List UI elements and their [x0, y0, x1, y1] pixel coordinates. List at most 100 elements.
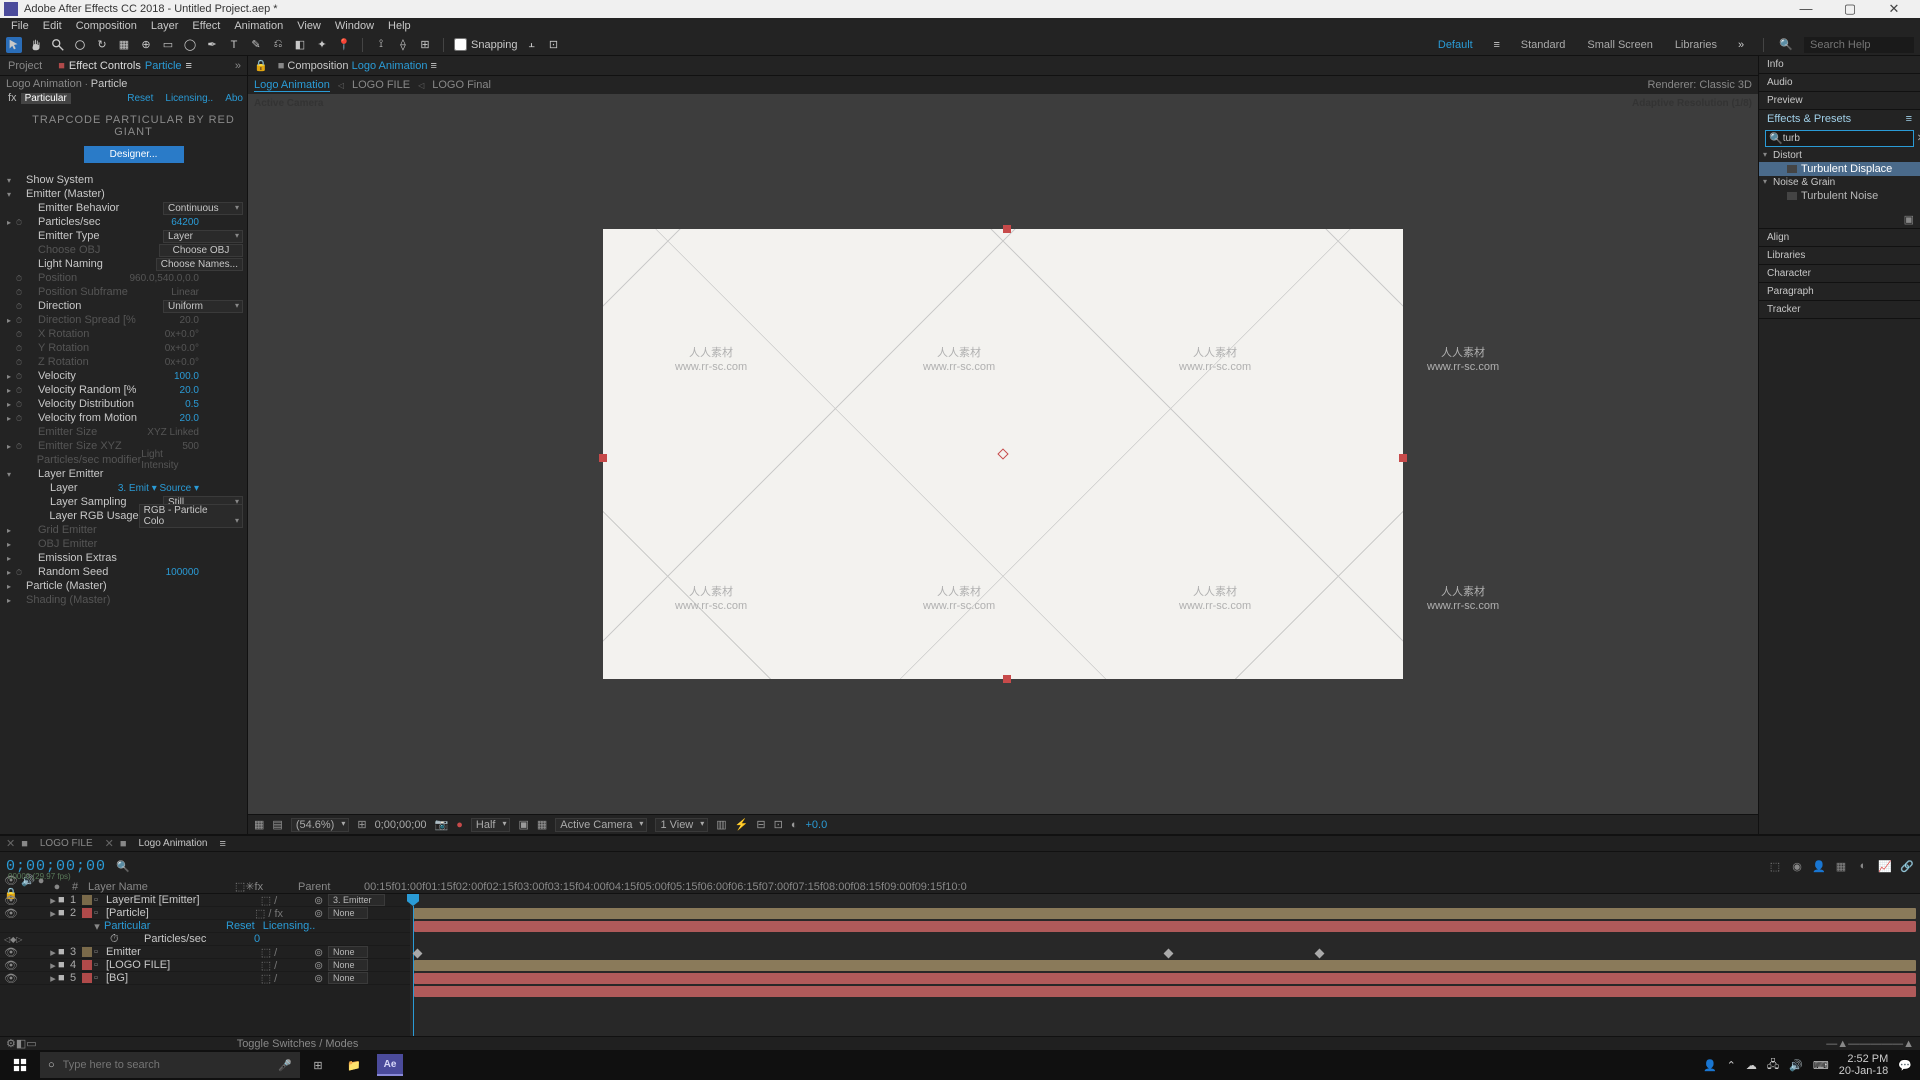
snap-box-icon[interactable]: ⊡	[546, 37, 562, 53]
layer-row[interactable]: 👁 ▸■5▫[BG]⬚ / ⊚None	[0, 972, 410, 985]
taskbar-search[interactable]: ○🎤	[40, 1052, 300, 1078]
prop-row[interactable]: X Rotation0x+0.0°	[0, 327, 247, 341]
prop-row[interactable]: Velocity Distribution0.5	[0, 397, 247, 411]
panel-tracker[interactable]: Tracker	[1759, 301, 1920, 318]
rotation-tool[interactable]: ↻	[94, 37, 110, 53]
status-timecode[interactable]: 0;00;00;00	[375, 819, 427, 831]
effect-licensing[interactable]: Licensing..	[165, 93, 213, 104]
pan-behind-tool[interactable]: ⊕	[138, 37, 154, 53]
keyboard-icon[interactable]: ⌨	[1813, 1059, 1829, 1072]
effect-turbulent-displace[interactable]: Turbulent Displace	[1759, 162, 1920, 176]
tl-frame-blend-icon[interactable]: ▦	[1834, 860, 1848, 873]
roi-icon[interactable]: ▣	[518, 818, 528, 831]
keyframe-icon[interactable]	[1315, 949, 1325, 959]
prop-row[interactable]: Y Rotation0x+0.0°	[0, 341, 247, 355]
axis-world-icon[interactable]: ⟠	[395, 37, 411, 53]
snapping-checkbox[interactable]	[454, 38, 467, 51]
workspace-small[interactable]: Small Screen	[1581, 39, 1658, 51]
volume-icon[interactable]: 🔊	[1789, 1059, 1803, 1072]
brush-tool[interactable]: ✎	[248, 37, 264, 53]
camera-dropdown[interactable]: Active Camera	[555, 818, 647, 832]
menu-effect[interactable]: Effect	[185, 18, 227, 34]
menu-help[interactable]: Help	[381, 18, 418, 34]
magnification-dropdown[interactable]: (54.6%)	[291, 818, 350, 832]
prop-row[interactable]: Show System	[0, 173, 247, 187]
pixel-aspect-icon[interactable]: ▥	[716, 818, 726, 831]
ellipse-tool[interactable]: ◯	[182, 37, 198, 53]
effect-reset[interactable]: Reset	[127, 93, 153, 104]
maximize-button[interactable]: ▢	[1828, 0, 1872, 18]
axis-view-icon[interactable]: ⊞	[417, 37, 433, 53]
prop-row[interactable]: Position960.0,540.0,0.0	[0, 271, 247, 285]
search-help-input[interactable]	[1804, 37, 1914, 53]
snap-edge-icon[interactable]: ⫠	[524, 37, 540, 53]
snapping-toggle[interactable]: Snapping	[454, 38, 518, 51]
effect-about[interactable]: Abo	[225, 93, 243, 104]
panel-paragraph[interactable]: Paragraph	[1759, 283, 1920, 300]
prop-row[interactable]: Light NamingChoose Names...	[0, 257, 247, 271]
zoom-tool[interactable]	[50, 37, 66, 53]
explorer-icon[interactable]: 📁	[336, 1050, 372, 1080]
project-tab[interactable]: Project	[0, 56, 50, 76]
panel-overflow-icon[interactable]: »	[229, 60, 247, 72]
snapshot-icon[interactable]: 📷	[435, 818, 449, 831]
panel-libraries[interactable]: Libraries	[1759, 247, 1920, 264]
clock[interactable]: 2:52 PM20-Jan-18	[1839, 1053, 1889, 1077]
layer-row[interactable]: 👁 ▸■4▫[LOGO FILE]⬚ / ⊚None	[0, 959, 410, 972]
prop-row[interactable]: Layer3. Emit ▾ Source ▾	[0, 481, 247, 495]
tl-frame-icon[interactable]: ▭	[26, 1037, 36, 1050]
new-bin-icon[interactable]: ▣	[1904, 214, 1914, 226]
category-distort[interactable]: Distort	[1759, 149, 1920, 162]
prop-row[interactable]: Particle (Master)	[0, 579, 247, 593]
prop-row[interactable]: Shading (Master)	[0, 593, 247, 607]
panel-align[interactable]: Align	[1759, 229, 1920, 246]
viewport[interactable]: Active Camera Adaptive Resolution (1/8) …	[248, 94, 1758, 814]
workspace-libraries[interactable]: Libraries	[1669, 39, 1723, 51]
tl-brainstorm-icon[interactable]: 🔗	[1900, 860, 1914, 873]
prop-row[interactable]: Velocity from Motion20.0	[0, 411, 247, 425]
taskbar-search-input[interactable]	[63, 1059, 271, 1071]
menu-view[interactable]: View	[290, 18, 328, 34]
people-icon[interactable]: 👤	[1703, 1059, 1717, 1072]
layer-row[interactable]: 👁 ▸■2▫[Particle]⬚ / fx ⊚None	[0, 907, 410, 920]
selection-tool[interactable]	[6, 37, 22, 53]
tl-motion-blur-icon[interactable]: ◐	[1856, 860, 1870, 873]
renderer-value[interactable]: Classic 3D	[1699, 79, 1752, 91]
workspace-standard[interactable]: Standard	[1515, 39, 1572, 51]
close-button[interactable]: ✕	[1872, 0, 1916, 18]
effects-search-input[interactable]	[1783, 133, 1915, 144]
camera-tool[interactable]: ▦	[116, 37, 132, 53]
roto-tool[interactable]: ✦	[314, 37, 330, 53]
channel-icon[interactable]: ●	[456, 819, 463, 831]
track-area[interactable]	[410, 894, 1920, 1036]
onedrive-icon[interactable]: ☁	[1746, 1059, 1757, 1072]
prop-row[interactable]: Direction Spread [%20.0	[0, 313, 247, 327]
menu-layer[interactable]: Layer	[144, 18, 186, 34]
eraser-tool[interactable]: ◧	[292, 37, 308, 53]
lock-icon[interactable]: 🔒	[254, 59, 268, 72]
prop-row[interactable]: Emission Extras	[0, 551, 247, 565]
tl-tab-0[interactable]: LOGO FILE	[34, 838, 99, 849]
tl-search-icon[interactable]: 🔍	[116, 860, 134, 873]
prop-row[interactable]: OBJ Emitter	[0, 537, 247, 551]
tl-zoom-out-icon[interactable]: —▲—————▲	[1826, 1038, 1914, 1050]
task-view-icon[interactable]: ⊞	[300, 1050, 336, 1080]
alpha-icon[interactable]: ▦	[254, 818, 264, 831]
prop-row[interactable]: Z Rotation0x+0.0°	[0, 355, 247, 369]
prop-row[interactable]: Velocity Random [%20.0	[0, 383, 247, 397]
toggle-switches[interactable]: Toggle Switches / Modes	[237, 1038, 359, 1050]
prop-row[interactable]: Random Seed100000	[0, 565, 247, 579]
fast-preview-icon[interactable]: ⚡	[735, 818, 749, 831]
panel-audio[interactable]: Audio	[1759, 74, 1920, 91]
hand-tool[interactable]	[28, 37, 44, 53]
rect-tool[interactable]: ▭	[160, 37, 176, 53]
pen-tool[interactable]: ✒	[204, 37, 220, 53]
tl-graph-icon[interactable]: 📈	[1878, 860, 1892, 873]
effect-name[interactable]: Particular	[21, 93, 71, 104]
res-icon[interactable]: ⊞	[357, 818, 366, 831]
start-button[interactable]	[0, 1050, 40, 1080]
prop-row[interactable]: Velocity100.0	[0, 369, 247, 383]
exposure-value[interactable]: +0.0	[805, 819, 827, 831]
prop-row[interactable]: Choose OBJChoose OBJ	[0, 243, 247, 257]
menu-animation[interactable]: Animation	[227, 18, 290, 34]
